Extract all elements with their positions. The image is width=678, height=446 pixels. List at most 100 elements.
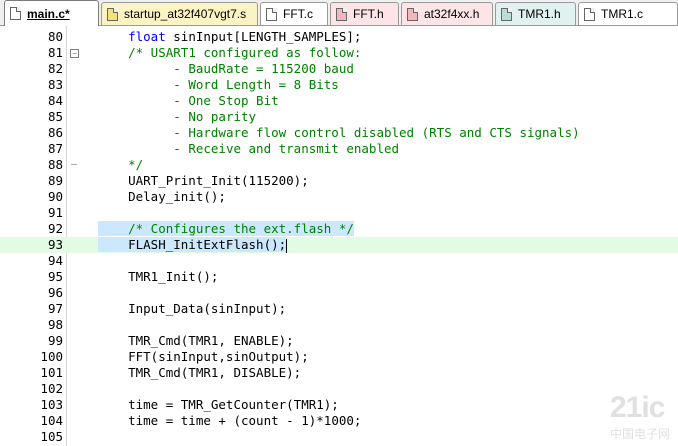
code-token: sinInput[LENGTH_SAMPLES];	[165, 29, 362, 44]
code-text: time = time + (count - 1)*1000;	[98, 413, 361, 429]
code-line[interactable]: 102	[0, 381, 678, 397]
code-token: ;	[353, 413, 362, 428]
code-text: - No parity	[98, 109, 256, 125]
file-icon	[407, 7, 418, 21]
code-line[interactable]: 84 - One Stop Bit	[0, 93, 678, 109]
code-text: TMR_Cmd(TMR1, ENABLE);	[98, 333, 294, 349]
code-token: TMR_Cmd(TMR1, DISABLE);	[98, 365, 302, 380]
line-number: 88	[47, 157, 63, 172]
code-line[interactable]: 103 time = TMR_GetCounter(TMR1);	[0, 397, 678, 413]
line-number: 95	[47, 269, 63, 284]
line-number: 97	[47, 301, 63, 316]
code-text: UART_Print_Init(115200);	[98, 173, 309, 189]
tab-label: TMR1.c	[601, 7, 643, 21]
code-line[interactable]: 80 float sinInput[LENGTH_SAMPLES];	[0, 29, 678, 45]
fold-collapse-icon[interactable]: −	[70, 49, 79, 58]
code-text: float sinInput[LENGTH_SAMPLES];	[98, 29, 361, 45]
tab-tmr1-c[interactable]: TMR1.c	[578, 2, 678, 25]
line-number: 93	[47, 237, 63, 252]
code-line[interactable]: 91	[0, 205, 678, 221]
tab-tmr1-h[interactable]: TMR1.h	[495, 2, 576, 25]
line-number: 98	[47, 317, 63, 332]
code-text: TMR_Cmd(TMR1, DISABLE);	[98, 365, 301, 381]
line-number: 99	[47, 333, 63, 348]
code-line[interactable]: 104 time = time + (count - 1)*1000;	[0, 413, 678, 429]
code-token: )*	[308, 413, 324, 428]
code-text: - Word Length = 8 Bits	[98, 77, 339, 93]
line-number: 86	[47, 125, 63, 140]
code-text: time = TMR_GetCounter(TMR1);	[98, 397, 339, 413]
code-line[interactable]: 96	[0, 285, 678, 301]
tab-label: FFT.c	[283, 7, 313, 21]
code-token: TMR1_Init();	[98, 269, 219, 284]
code-line[interactable]: 82 - BaudRate = 115200 baud	[0, 61, 678, 77]
code-token: 1000	[323, 413, 354, 428]
code-text: Input_Data(sinInput);	[98, 301, 286, 317]
comment-token: - No parity	[173, 109, 257, 124]
code-line[interactable]: 86 - Hardware flow control disabled (RTS…	[0, 125, 678, 141]
watermark-text: 21ic	[609, 391, 665, 424]
code-line[interactable]: 97 Input_Data(sinInput);	[0, 301, 678, 317]
line-number: 90	[47, 189, 63, 204]
code-line[interactable]: 101 TMR_Cmd(TMR1, DISABLE);	[0, 365, 678, 381]
code-line[interactable]: 81− /* USART1 configured as follow:	[0, 45, 678, 61]
tab-label: main.c*	[27, 6, 70, 21]
code-line[interactable]: 98	[0, 317, 678, 333]
tab-main-c[interactable]: main.c*	[4, 0, 99, 26]
code-line[interactable]: 90 Delay_init();	[0, 189, 678, 205]
code-line[interactable]: 100 FFT(sinInput,sinOutput);	[0, 349, 678, 365]
code-line[interactable]: 92 /* Configures the ext.flash */	[0, 221, 678, 237]
code-line[interactable]: 99 TMR_Cmd(TMR1, ENABLE);	[0, 333, 678, 349]
code-token: FFT(sinInput,sinOutput);	[98, 349, 309, 364]
tab-at32f4xx-h[interactable]: at32f4xx.h	[401, 2, 493, 25]
file-icon	[107, 7, 118, 21]
tab-fft-h[interactable]: FFT.h	[330, 2, 399, 25]
watermark-logo: 21ic 中国电子网	[610, 391, 670, 442]
line-number: 87	[47, 141, 63, 156]
code-line[interactable]: 95 TMR1_Init();	[0, 269, 678, 285]
code-editor[interactable]: 80 float sinInput[LENGTH_SAMPLES]; 81− /*…	[0, 26, 678, 446]
code-token: time = time + (count -	[98, 413, 302, 428]
code-text: - Hardware flow control disabled (RTS an…	[98, 125, 580, 141]
code-line[interactable]: 89 UART_Print_Init(115200);	[0, 173, 678, 189]
comment-token: - Receive and transmit enabled	[173, 141, 400, 156]
tab-fft-c[interactable]: FFT.c	[260, 2, 328, 25]
code-line[interactable]: 94	[0, 253, 678, 269]
comment-token: - BaudRate = 115200 baud	[173, 61, 354, 76]
code-line[interactable]: 88– */	[0, 157, 678, 173]
comment-token: /* USART1 configured as follow:	[128, 45, 362, 60]
code-line[interactable]: 105	[0, 429, 678, 445]
line-number: 104	[40, 413, 63, 428]
code-text: - BaudRate = 115200 baud	[98, 61, 354, 77]
code-text: - One Stop Bit	[98, 93, 279, 109]
comment-token: - Word Length = 8 Bits	[173, 77, 339, 92]
comment-token: - Hardware flow control disabled (RTS an…	[173, 125, 580, 140]
code-line[interactable]: 85 - No parity	[0, 109, 678, 125]
code-token: 1	[301, 413, 309, 428]
code-token: UART_Print_Init(	[98, 173, 249, 188]
line-number: 102	[40, 381, 63, 396]
code-line[interactable]: 93 FLASH_InitExtFlash();	[0, 237, 678, 253]
code-line[interactable]: 83 - Word Length = 8 Bits	[0, 77, 678, 93]
code-line[interactable]: 87 - Receive and transmit enabled	[0, 141, 678, 157]
code-text: Delay_init();	[98, 189, 226, 205]
tab-startup-at32f407vgt7-s[interactable]: startup_at32f407vgt7.s	[101, 2, 258, 25]
code-text: */	[98, 157, 143, 173]
keyword-token: float	[128, 29, 166, 44]
comment-token: */	[128, 157, 144, 172]
selection-highlight: /* Configures the ext.flash */	[98, 221, 354, 236]
line-number: 82	[47, 61, 63, 76]
code-token: TMR_Cmd(TMR1, ENABLE);	[98, 333, 294, 348]
line-number: 89	[47, 173, 63, 188]
file-icon	[10, 7, 21, 20]
text-caret	[286, 238, 288, 253]
editor-tab-bar: main.c* startup_at32f407vgt7.s FFT.c FFT.h a…	[0, 0, 678, 26]
line-number: 92	[47, 221, 63, 236]
comment-token: - One Stop Bit	[173, 93, 279, 108]
watermark-subtext: 中国电子网	[609, 427, 670, 441]
code-token: FLASH_InitExtFlash();	[98, 237, 287, 252]
